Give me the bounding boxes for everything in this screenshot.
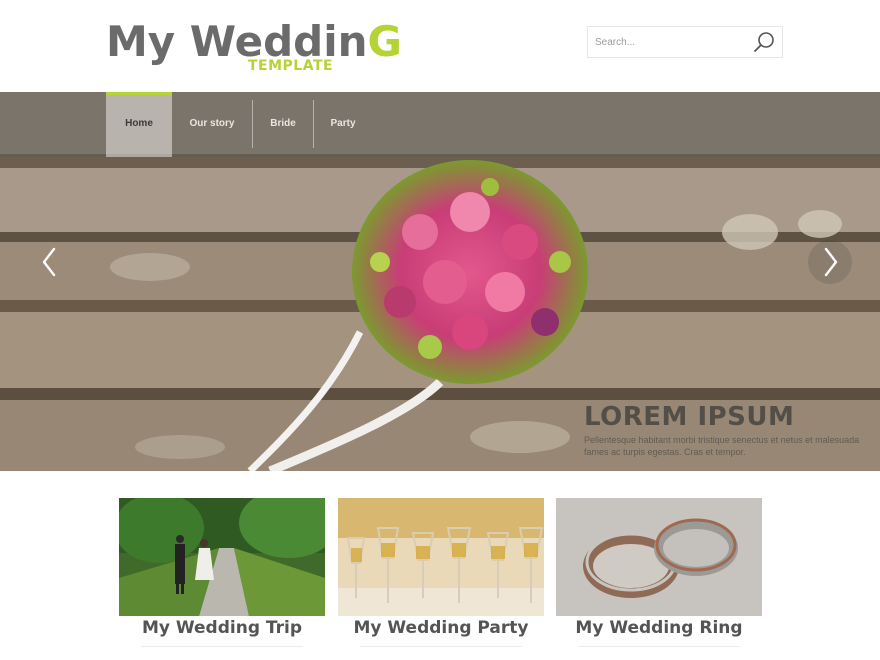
card-divider xyxy=(141,646,303,647)
main-nav: Home Our story Bride Party xyxy=(0,92,880,157)
card-title[interactable]: My Wedding Ring xyxy=(556,618,762,638)
chevron-right-icon[interactable] xyxy=(808,240,852,284)
slide-caption-title: LOREM IPSUM xyxy=(584,402,795,432)
card-image-party xyxy=(338,498,544,616)
card-title[interactable]: My Wedding Trip xyxy=(119,618,325,638)
nav-item-bride[interactable]: Bride xyxy=(253,92,313,157)
card-wedding-trip[interactable]: My Wedding Trip xyxy=(119,498,325,660)
nav-item-our-story[interactable]: Our story xyxy=(172,92,252,157)
site-header: My WeddinG TEMPLATE xyxy=(0,0,880,92)
card-image-ring xyxy=(556,498,762,616)
card-wedding-party[interactable]: My Wedding Party xyxy=(338,498,544,660)
chevron-left-icon[interactable] xyxy=(28,240,72,284)
search-input[interactable] xyxy=(588,27,748,57)
slide-caption-text: Pellentesque habitant morbi tristique se… xyxy=(584,435,860,457)
card-divider xyxy=(578,646,740,647)
card-image-trip xyxy=(119,498,325,616)
card-title[interactable]: My Wedding Party xyxy=(338,618,544,638)
site-logo[interactable]: My WeddinG TEMPLATE xyxy=(106,18,402,78)
nav-item-home[interactable]: Home xyxy=(106,92,172,157)
search-icon[interactable] xyxy=(752,30,776,54)
logo-subtitle: TEMPLATE xyxy=(248,58,334,74)
nav-item-party[interactable]: Party xyxy=(314,92,372,157)
card-wedding-ring[interactable]: My Wedding Ring xyxy=(556,498,762,660)
hero-slider: Home Our story Bride Party LOREM IPSUM P… xyxy=(0,92,880,471)
card-divider xyxy=(360,646,522,647)
search-box xyxy=(587,26,783,58)
slide-caption: LOREM IPSUM Pellentesque habitant morbi … xyxy=(584,402,874,458)
